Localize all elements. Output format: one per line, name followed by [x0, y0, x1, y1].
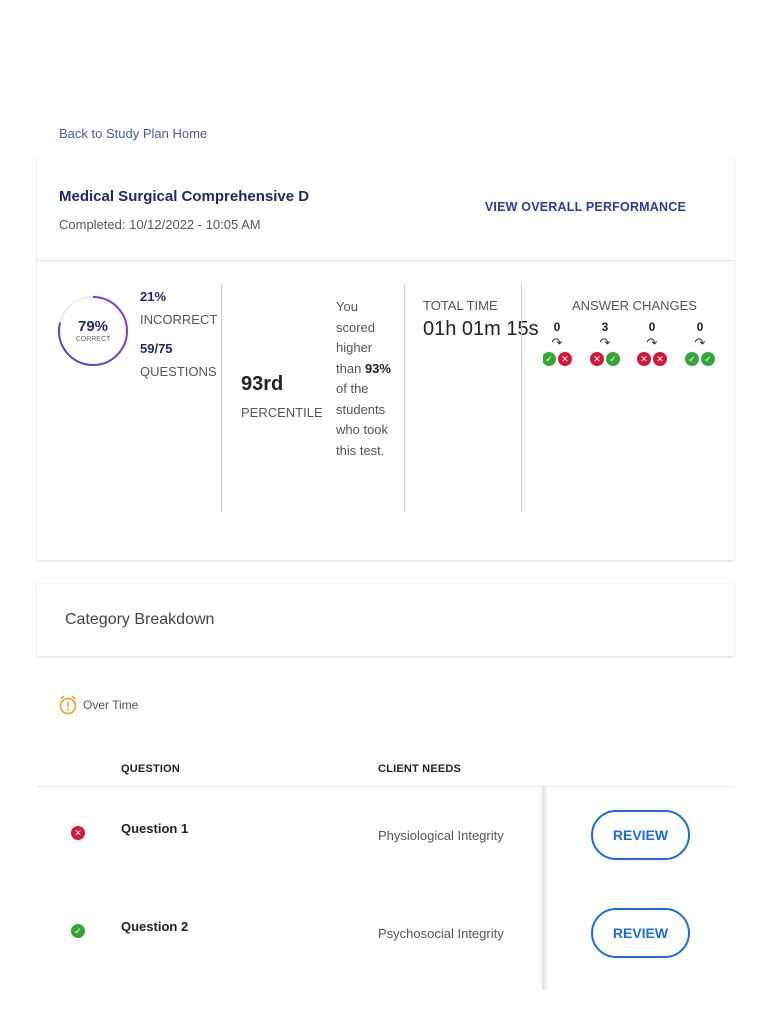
client-needs-value: Physiological Integrity — [378, 828, 504, 843]
answer-changes-grid: 0 ↷ ✓ ✕ 3 ↷ ✕ ✓ 0 ↷ ✕ ✕ 0 ↷ ✓ ✓ — [543, 320, 734, 380]
client-needs-value: Psychosocial Integrity — [378, 926, 504, 941]
incorrect-icon: ✕ — [71, 826, 85, 840]
correct-icon: ✓ — [606, 352, 620, 366]
header-divider — [37, 260, 734, 261]
answer-change-count: 0 — [648, 320, 656, 334]
stat-divider — [221, 284, 222, 512]
question-column-header: QUESTION — [121, 763, 181, 775]
incorrect-icon: ✕ — [653, 352, 667, 366]
questions-label: QUESTIONS — [140, 364, 217, 379]
test-title: Medical Surgical Comprehensive D — [59, 188, 310, 205]
completed-timestamp: Completed: 10/12/2022 - 10:05 AM — [59, 217, 261, 232]
answer-change-column: 3 ↷ ✕ ✓ — [585, 320, 625, 366]
over-time-legend-label: Over Time — [83, 698, 139, 712]
category-breakdown-title: Category Breakdown — [65, 611, 215, 628]
stat-divider — [521, 284, 522, 512]
review-button[interactable]: REVIEW — [591, 810, 690, 860]
questions-count: 59/75 — [140, 341, 173, 356]
answer-change-count: 3 — [601, 320, 609, 334]
incorrect-icon: ✕ — [637, 352, 651, 366]
category-breakdown-card[interactable]: Category Breakdown — [37, 584, 734, 656]
answer-change-count: 0 — [696, 320, 704, 334]
incorrect-percent: 21% — [140, 289, 167, 304]
change-arrow-icon: ↷ — [694, 335, 706, 350]
correct-icon: ✓ — [701, 352, 715, 366]
percentile-label: PERCENTILE — [241, 405, 323, 420]
change-arrow-icon: ↷ — [646, 335, 658, 350]
answer-changes-label: ANSWER CHANGES — [572, 298, 697, 313]
percent-correct: 79% — [77, 318, 109, 335]
answer-change-column: 0 ↷ ✓ ✓ — [680, 320, 720, 366]
question-label: Question 2 — [121, 919, 189, 934]
answer-change-column: 0 ↷ ✓ ✕ — [543, 320, 577, 366]
review-button[interactable]: REVIEW — [591, 908, 690, 958]
answer-change-count: 0 — [553, 320, 561, 334]
change-arrow-icon: ↷ — [599, 335, 611, 350]
alarm-clock-icon — [59, 695, 77, 715]
correct-icon: ✓ — [71, 924, 85, 938]
incorrect-label: INCORRECT — [140, 312, 218, 327]
correct-icon: ✓ — [543, 352, 556, 366]
incorrect-icon: ✕ — [558, 352, 572, 366]
stat-divider — [404, 284, 405, 512]
incorrect-icon: ✕ — [590, 352, 604, 366]
client-needs-column-header: CLIENT NEEDS — [378, 763, 462, 775]
table-header-divider — [37, 786, 734, 787]
view-overall-performance-link[interactable]: VIEW OVERALL PERFORMANCE — [485, 200, 686, 214]
change-arrow-icon: ↷ — [551, 335, 563, 350]
back-to-study-plan-link[interactable]: Back to Study Plan Home — [59, 126, 207, 141]
answer-change-column: 0 ↷ ✕ ✕ — [632, 320, 672, 366]
correct-icon: ✓ — [685, 352, 699, 366]
total-time-label: TOTAL TIME — [423, 298, 498, 313]
percentile-value: 93rd — [241, 373, 284, 395]
sticky-column-shadow — [542, 787, 548, 990]
test-summary-card: Medical Surgical Comprehensive D Complet… — [37, 157, 734, 560]
correct-label: CORRECT — [75, 336, 111, 343]
legend: Over Time — [37, 680, 734, 750]
scored-higher-text: You scored higher than 93% of the studen… — [336, 299, 391, 458]
question-label: Question 1 — [121, 821, 189, 836]
